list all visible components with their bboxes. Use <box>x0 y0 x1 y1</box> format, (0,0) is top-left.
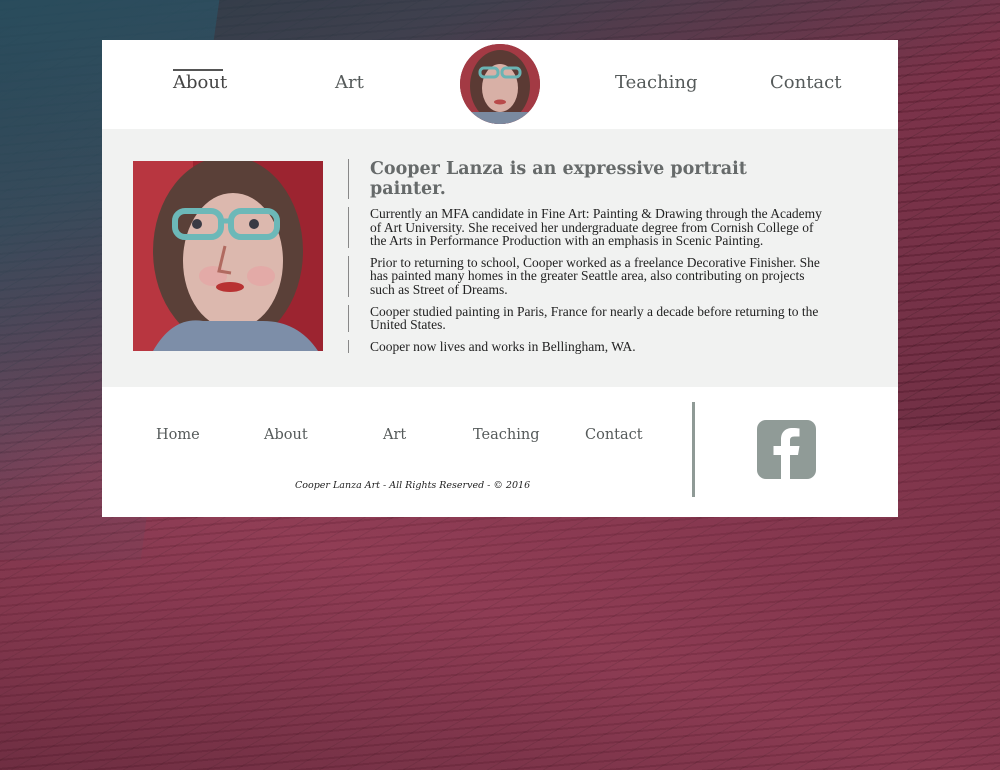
bio-paragraph: Cooper now lives and works in Bellingham… <box>348 340 828 354</box>
bio-paragraph: Cooper studied painting in Paris, France… <box>348 304 828 332</box>
footer-nav-art[interactable]: Art <box>383 425 406 445</box>
footer-nav-about[interactable]: About <box>264 425 308 445</box>
page-card: About Art Teaching Contact Cooper Lanza … <box>102 40 898 517</box>
bio-paragraph: Currently an MFA candidate in Fine Art: … <box>348 207 828 248</box>
nav-about[interactable]: About <box>173 70 227 96</box>
bio-title: Cooper Lanza is an expressive portrait p… <box>348 159 828 199</box>
footer-divider <box>692 402 695 497</box>
site-header: About Art Teaching Contact <box>102 40 898 129</box>
nav-art[interactable]: Art <box>335 70 364 96</box>
bio-paragraph: Prior to returning to school, Cooper wor… <box>348 256 828 297</box>
bio-section: Cooper Lanza is an expressive portrait p… <box>102 129 898 387</box>
bio-text: Cooper Lanza is an expressive portrait p… <box>348 159 828 361</box>
footer-nav-contact[interactable]: Contact <box>585 425 643 445</box>
copyright-text: Cooper Lanza Art - All Rights Reserved -… <box>295 480 531 491</box>
avatar[interactable] <box>460 44 540 124</box>
footer-nav-home[interactable]: Home <box>156 425 200 445</box>
portrait-image <box>133 161 323 351</box>
nav-teaching[interactable]: Teaching <box>615 70 698 96</box>
footer-nav-teaching[interactable]: Teaching <box>473 425 540 445</box>
nav-contact[interactable]: Contact <box>770 70 841 96</box>
profile-portrait-icon <box>460 44 540 124</box>
site-footer: Home About Art Teaching Contact Cooper L… <box>102 387 898 517</box>
facebook-icon[interactable] <box>757 420 816 479</box>
